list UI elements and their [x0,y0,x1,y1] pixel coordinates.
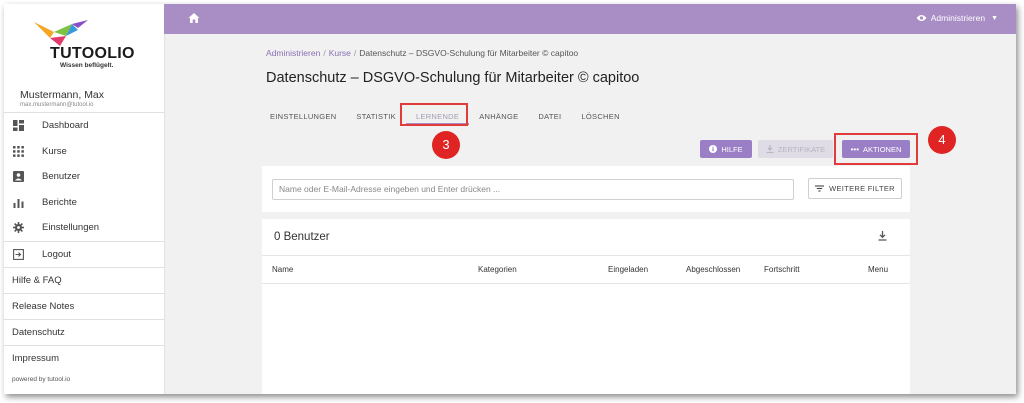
step-badge-3: 3 [432,131,460,159]
zertifikate-button[interactable]: ZERTIFIKATE [758,140,833,158]
home-icon[interactable] [188,12,200,24]
user-email: max.mustermann@tutool.io [20,102,94,108]
person-icon [13,171,25,183]
brand-name: TUTOOLIO [50,45,135,62]
column-header-abgeschlossen[interactable]: Abgeschlossen [686,265,740,274]
brand-tagline: Wissen beflügelt. [60,62,114,69]
link-datenschutz[interactable]: Datenschutz [4,319,164,345]
tab-einstellungen[interactable]: EINSTELLUNGEN [266,111,346,123]
step-badge-4: 4 [928,126,956,154]
logo[interactable]: TUTOOLIO Wissen beflügelt. [30,18,150,74]
sidebar-item-einstellungen[interactable]: Einstellungen [4,215,164,241]
search-input[interactable]: Name oder E-Mail-Adresse eingeben und En… [272,179,794,200]
link-release-notes[interactable]: Release Notes [4,293,164,319]
download-icon[interactable] [878,231,887,241]
tab-loeschen[interactable]: LÖSCHEN [571,111,629,123]
user-count: 0 Benutzer [274,231,330,243]
sidebar-item-benutzer[interactable]: Benutzer [4,164,164,190]
grid-icon [13,145,25,158]
hilfe-label: HILFE [721,144,743,154]
link-hilfe-faq[interactable]: Hilfe & FAQ [4,267,164,293]
column-header-fortschritt[interactable]: Fortschritt [764,265,800,274]
sidebar-item-berichte[interactable]: Berichte [4,190,164,216]
breadcrumb-administrieren[interactable]: Administrieren [266,48,320,58]
sidebar-item-logout[interactable]: Logout [4,240,164,268]
link-impressum[interactable]: Impressum [4,345,164,371]
gear-icon [13,222,25,234]
tab-anhaenge[interactable]: ANHÄNGE [469,111,528,123]
breadcrumb: Administrieren / Kurse / Datenschutz – DSGVO… [266,48,579,58]
hilfe-button[interactable]: HILFE [700,140,752,158]
info-icon [709,145,718,153]
column-header-name[interactable]: Name [272,265,293,274]
breadcrumb-kurse[interactable]: Kurse [329,48,351,58]
sidebar-item-label: Einstellungen [42,222,100,234]
page-title: Datenschutz – DSGVO-Schulung für Mitarbe… [266,70,640,86]
filter-label: WEITERE FILTER [829,184,895,193]
logout-icon [13,248,25,261]
admin-menu[interactable]: Administrieren ▼ [916,13,998,23]
sidebar-item-dashboard[interactable]: Dashboard [4,113,164,139]
column-header-kategorien[interactable]: Kategorien [478,265,517,274]
sidebar-item-label: Kurse [42,145,67,157]
user-name: Mustermann, Max [20,89,105,101]
column-header-menu: Menu [868,265,889,274]
search-card: Name oder E-Mail-Adresse eingeben und En… [262,166,910,212]
sidebar-item-kurse[interactable]: Kurse [4,139,164,165]
zertifikate-label: ZERTIFIKATE [777,144,826,154]
column-header-eingeladen[interactable]: Eingeladen [608,265,648,274]
highlight-box-aktionen [834,133,918,165]
tab-statistik[interactable]: STATISTIK [346,111,406,123]
weitere-filter-button[interactable]: WEITERE FILTER [808,178,902,199]
users-table-card: 0 Benutzer Name Kategorien Eingeladen Ab… [262,219,910,394]
sidebar-item-label: Benutzer [42,171,81,183]
powered-by[interactable]: powered by tutool.io [12,376,70,383]
sidebar-item-label: Dashboard [42,120,89,132]
sidebar: TUTOOLIO Wissen beflügelt. Mustermann, M… [4,4,165,394]
eye-icon [916,14,927,22]
bar-chart-icon [13,197,25,209]
highlight-box-lernende [400,103,468,126]
table-header: Name Kategorien Eingeladen Abgeschlossen… [262,255,910,284]
top-bar: Administrieren ▼ [164,4,1016,34]
sidebar-nav: Dashboard Kurse Benutzer Berichte Einste… [4,112,164,371]
dashboard-icon [13,120,25,132]
app-window: TUTOOLIO Wissen beflügelt. Mustermann, M… [4,4,1016,394]
breadcrumb-current: Datenschutz – DSGVO-Schulung für Mitarbe… [359,48,579,58]
download-icon [766,145,774,153]
admin-label: Administrieren [930,13,986,23]
sidebar-item-label: Logout [42,248,72,260]
chevron-down-icon: ▼ [991,14,998,22]
tab-datei[interactable]: DATEI [528,111,571,123]
sidebar-item-label: Berichte [42,196,77,208]
filter-icon [815,185,825,192]
